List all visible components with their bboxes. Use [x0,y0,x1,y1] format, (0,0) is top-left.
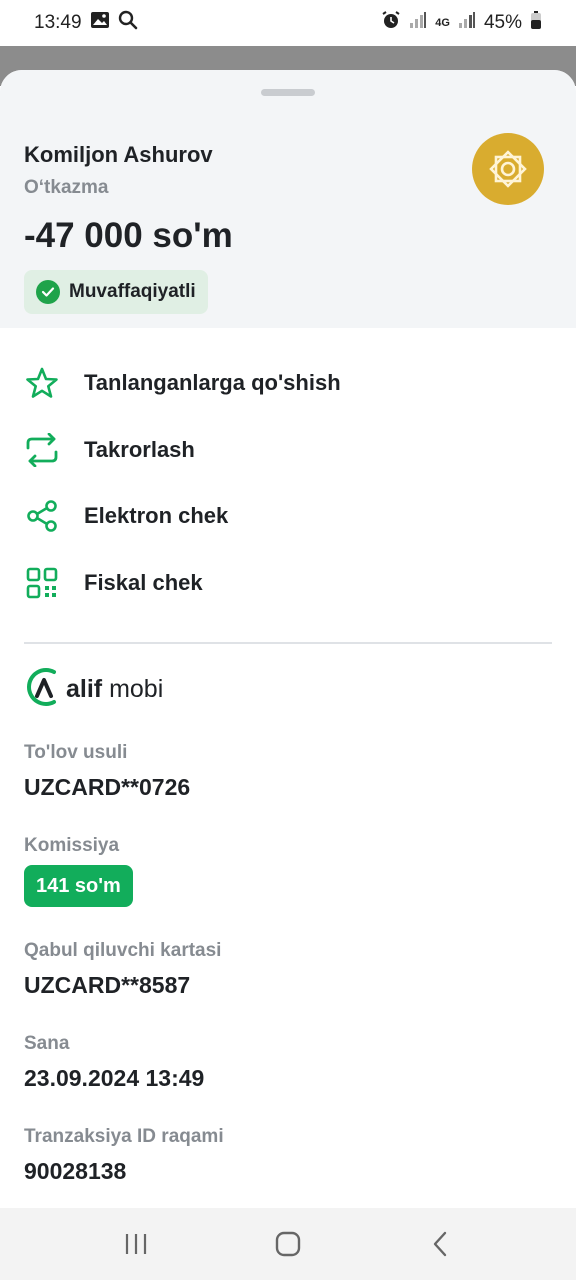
status-label: Muvaffaqiyatli [69,281,196,302]
transaction-header: Komiljon Ashurov O‘tkazma -47 000 so'm M… [0,70,576,328]
network-type: 4G [435,17,450,29]
fee-label: Komissiya [24,835,120,856]
transaction-id-value: 90028138 [24,1158,127,1184]
action-label: Tanlanganlarga qo'shish [84,370,341,396]
merchant-logo [472,133,544,205]
status-badge: Muvaffaqiyatli [24,270,208,314]
qr-code-icon [24,565,60,601]
battery-icon [530,10,542,36]
ornament-icon [489,150,527,188]
share-icon [24,498,60,534]
brand-logo: alif mobi [24,666,163,713]
action-label: Elektron chek [84,503,229,529]
date-label: Sana [24,1033,70,1054]
check-circle-icon [36,280,60,304]
action-label: Fiskal chek [84,569,203,595]
payment-method-value: UZCARD**0726 [24,774,191,800]
back-button[interactable] [410,1214,470,1274]
battery-percent: 45% [483,12,522,33]
status-time: 13:49 [34,12,82,33]
recent-apps-icon [125,1234,147,1254]
brand-name: alif mobi [66,675,164,703]
fiscal-receipt-button[interactable]: Fiskal chek [0,550,576,617]
electronic-receipt-button[interactable]: Elektron chek [0,483,576,550]
gallery-icon [90,11,110,35]
signal-icon [409,11,427,35]
action-label: Takrorlash [84,436,195,462]
transaction-sheet: Komiljon Ashurov O‘tkazma -47 000 so'm M… [0,70,576,1208]
alarm-icon [381,10,401,36]
recipient-card-value: UZCARD**8587 [24,972,191,998]
back-icon [433,1231,447,1257]
home-icon [275,1231,301,1257]
repeat-icon [24,432,60,468]
transaction-id-label: Tranzaksiya ID raqami [24,1126,224,1147]
search-icon [118,10,138,36]
repeat-button[interactable]: Takrorlash [0,417,576,484]
fee-badge: 141 so'm [24,865,133,907]
alif-logo-icon [24,666,62,713]
recipient-name: Komiljon Ashurov [24,142,213,167]
payment-method-label: To'lov usuli [24,742,128,763]
status-bar: 13:49 4G 45% [0,0,576,46]
home-button[interactable] [258,1214,318,1274]
recent-apps-button[interactable] [106,1214,166,1274]
star-icon [24,365,60,401]
recipient-card-label: Qabul qiluvchi kartasi [24,940,222,961]
action-list: Tanlanganlarga qo'shish Takrorlash Elekt… [0,350,576,616]
date-value: 23.09.2024 13:49 [24,1065,205,1091]
add-to-favorites-button[interactable]: Tanlanganlarga qo'shish [0,350,576,417]
divider [24,642,552,644]
transaction-amount: -47 000 so'm [24,216,233,255]
sheet-drag-handle[interactable] [261,89,315,96]
signal-icon [458,11,476,35]
transaction-type: O‘tkazma [24,177,109,198]
system-nav-bar [0,1208,576,1280]
